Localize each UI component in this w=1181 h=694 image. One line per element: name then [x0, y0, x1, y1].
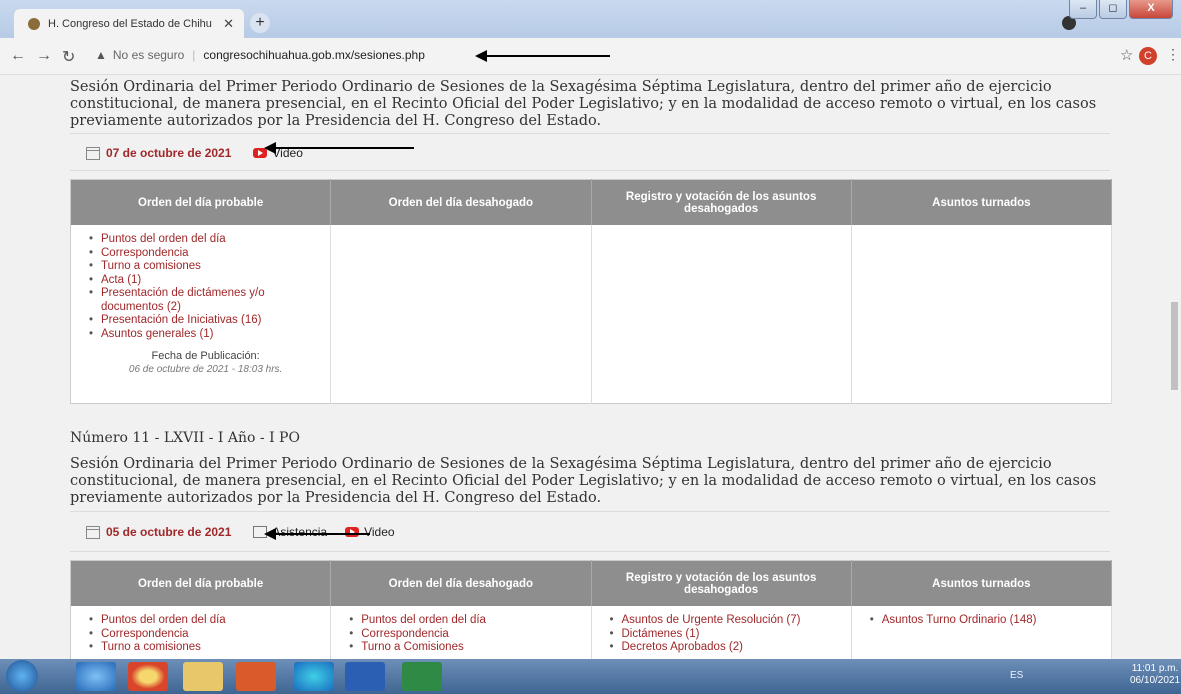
col-header: Orden del día probable — [70, 560, 332, 606]
list-item[interactable]: Asuntos Turno Ordinario (148) — [870, 614, 1101, 628]
session2-table: Orden del día probable Orden del día des… — [70, 560, 1113, 659]
session2-meta: 05 de octubre de 2021 Asistencia Video — [86, 525, 395, 539]
col-header: Asuntos turnados — [851, 179, 1113, 225]
calendar-icon — [86, 525, 100, 539]
taskbar: ES 11:01 p.m. 06/10/2021 — [0, 659, 1181, 694]
list-item[interactable]: Asuntos de Urgente Resolución (7) — [609, 614, 841, 628]
col-header: Orden del día probable — [70, 179, 332, 225]
turnados-cell: Asuntos Turno Ordinario (148) — [851, 606, 1113, 659]
annotation-arrow — [475, 50, 610, 62]
pub-value: 06 de octubre de 2021 - 18:03 hrs. — [128, 364, 283, 375]
scroll-thumb[interactable] — [1171, 302, 1178, 390]
session1-block: Sesión Ordinaria del Primer Periodo Ordi… — [70, 79, 1110, 130]
desahogado-cell: Puntos del orden del día Correspondencia… — [330, 606, 592, 659]
new-tab-button[interactable]: + — [250, 13, 270, 33]
edge-icon[interactable] — [294, 662, 334, 691]
site-favicon-icon — [28, 17, 40, 30]
browser-tab[interactable]: H. Congreso del Estado de Chihu ✕ — [14, 9, 244, 38]
list-item[interactable]: Acta (1) — [89, 274, 320, 288]
word-icon[interactable] — [345, 662, 385, 691]
list-item[interactable]: Presentación de dictámenes y/o documento… — [89, 287, 320, 314]
file-explorer-icon[interactable] — [183, 662, 223, 691]
clock-time: 11:01 p.m. — [1131, 663, 1179, 674]
video-icon — [345, 527, 360, 537]
session2-description: Sesión Ordinaria del Primer Periodo Ordi… — [70, 456, 1097, 506]
session2-asistencia-link[interactable]: Asistencia — [272, 525, 327, 539]
list-item[interactable]: Dictámenes (1) — [609, 628, 841, 642]
list-item[interactable]: Presentación de Iniciativas (16) — [89, 314, 320, 328]
probable-cell: Puntos del orden del día Correspondencia… — [70, 606, 332, 659]
list-item[interactable]: Correspondencia — [89, 628, 320, 642]
system-clock[interactable]: 11:01 p.m. 06/10/2021 — [1130, 663, 1180, 687]
title-bar: H. Congreso del Estado de Chihu ✕ + ‒ ◻ … — [0, 0, 1181, 38]
calendar-icon — [86, 146, 100, 160]
office-icon[interactable] — [236, 662, 276, 691]
list-item[interactable]: Puntos del orden del día — [89, 233, 320, 247]
address-bar[interactable]: ▲ No es seguro | congresochihuahua.gob.m… — [95, 48, 425, 62]
pub-label: Fecha de Publicación: — [151, 350, 260, 362]
language-indicator[interactable]: ES — [1010, 670, 1023, 681]
session1-description: Sesión Ordinaria del Primer Periodo Ordi… — [70, 79, 1097, 129]
desahogado-cell — [330, 225, 592, 403]
registro-cell: Asuntos de Urgente Resolución (7) Dictám… — [591, 606, 852, 659]
registro-cell — [591, 225, 852, 403]
clock-date: 06/10/2021 — [1130, 675, 1181, 686]
tab-close-icon[interactable]: ✕ — [223, 16, 234, 32]
forward-icon[interactable]: → — [36, 47, 52, 65]
session2-block: Número 11 - LXVII - I Año - I PO Sesión … — [70, 430, 1110, 507]
url-text[interactable]: congresochihuahua.gob.mx/sesiones.php — [203, 48, 424, 62]
security-warning: No es seguro — [112, 48, 185, 62]
col-header: Registro y votación de los asuntos desah… — [591, 560, 852, 606]
start-button[interactable] — [6, 660, 38, 692]
chrome-icon[interactable] — [128, 662, 168, 691]
session2-number: Número 11 - LXVII - I Año - I PO — [70, 430, 300, 446]
list-item[interactable]: Turno a comisiones — [89, 641, 320, 655]
turnados-cell — [851, 225, 1113, 403]
excel-icon[interactable] — [402, 662, 442, 691]
session2-date: 05 de octubre de 2021 — [106, 525, 232, 539]
navigation-bar: ← → ↻ ▲ No es seguro | congresochihuahua… — [0, 38, 1181, 75]
col-header: Registro y votación de los asuntos desah… — [591, 179, 852, 225]
back-icon[interactable]: ← — [10, 47, 26, 65]
divider — [70, 170, 1110, 171]
internet-explorer-icon[interactable] — [76, 662, 116, 691]
window-controls: ‒ ◻ X — [1067, 0, 1173, 19]
minimize-button[interactable]: ‒ — [1069, 0, 1097, 19]
col-header: Orden del día desahogado — [330, 560, 592, 606]
session2-video-link[interactable]: Video — [364, 525, 394, 539]
divider — [70, 551, 1110, 552]
list-item[interactable]: Correspondencia — [89, 247, 320, 261]
tab-title: H. Congreso del Estado de Chihu — [48, 17, 212, 30]
session1-date: 07 de octubre de 2021 — [106, 146, 232, 160]
list-item[interactable]: Puntos del orden del día — [349, 614, 580, 628]
maximize-button[interactable]: ◻ — [1099, 0, 1127, 19]
bookmark-star-icon[interactable]: ☆ — [1120, 46, 1133, 64]
profile-avatar[interactable]: C — [1139, 47, 1157, 65]
list-item[interactable]: Turno a Comisiones — [349, 641, 580, 655]
annotation-arrow — [264, 142, 414, 154]
warning-icon: ▲ — [95, 48, 107, 62]
close-window-button[interactable]: X — [1129, 0, 1173, 19]
reload-icon[interactable]: ↻ — [62, 47, 75, 67]
list-item[interactable]: Correspondencia — [349, 628, 580, 642]
col-header: Asuntos turnados — [851, 560, 1113, 606]
publication-date: Fecha de Publicación: 06 de octubre de 2… — [91, 349, 320, 377]
scrollbar[interactable] — [1168, 75, 1181, 659]
divider — [70, 511, 1110, 512]
list-item[interactable]: Asuntos generales (1) — [89, 328, 320, 342]
menu-dots-icon[interactable]: ⋮ — [1166, 46, 1180, 63]
probable-cell: Puntos del orden del día Correspondencia… — [70, 225, 332, 403]
divider — [70, 133, 1110, 134]
annotation-arrow — [264, 528, 370, 540]
col-header: Orden del día desahogado — [330, 179, 592, 225]
session1-table: Orden del día probable Orden del día des… — [70, 179, 1113, 404]
list-item[interactable]: Puntos del orden del día — [89, 614, 320, 628]
list-item[interactable]: Turno a comisiones — [89, 260, 320, 274]
page-viewport: Sesión Ordinaria del Primer Periodo Ordi… — [0, 75, 1168, 659]
list-item[interactable]: Decretos Aprobados (2) — [609, 641, 841, 655]
